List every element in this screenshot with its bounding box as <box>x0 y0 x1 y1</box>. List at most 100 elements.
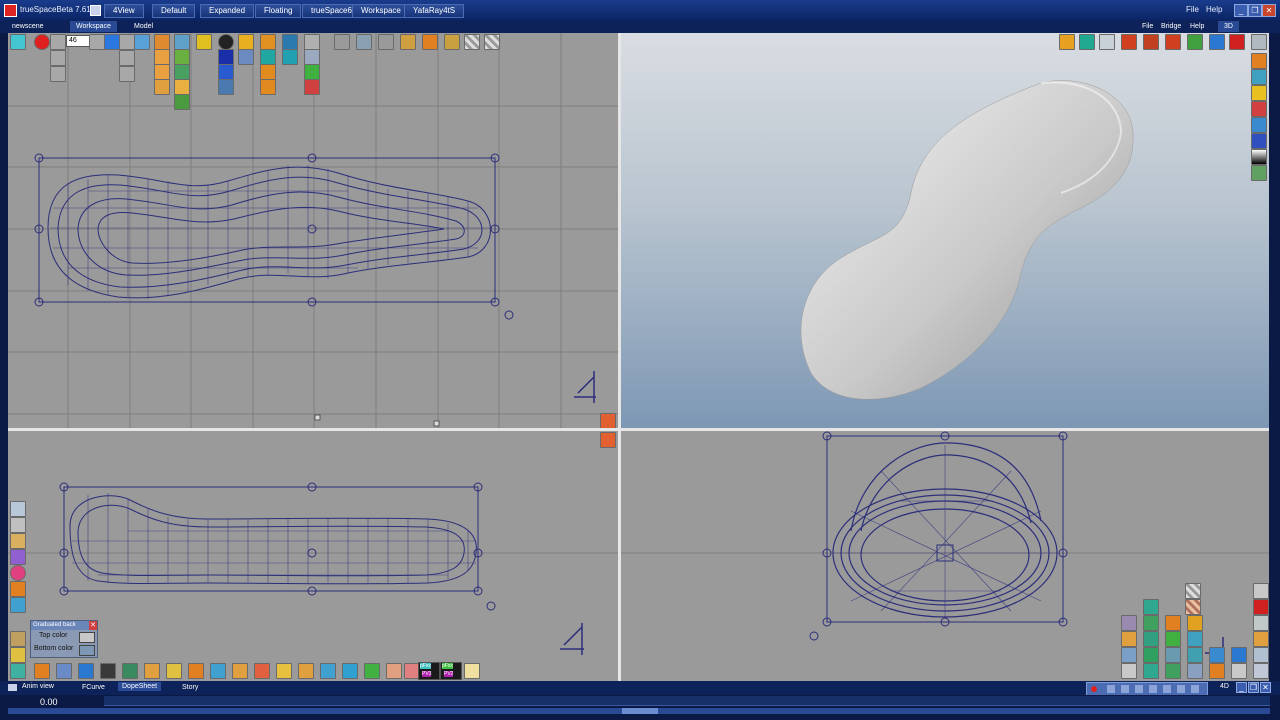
scatter-icon[interactable] <box>378 34 394 50</box>
anim-close-button[interactable]: ✕ <box>1260 682 1271 693</box>
select-tool-icon[interactable] <box>10 34 26 50</box>
row-icon-8[interactable] <box>166 663 182 679</box>
row-icon-5[interactable] <box>100 663 116 679</box>
to-start-icon[interactable] <box>1107 685 1115 693</box>
edit-icon[interactable] <box>304 34 320 50</box>
stack-icon[interactable] <box>1251 53 1267 69</box>
row-icon-4[interactable] <box>78 663 94 679</box>
top-right-checker-icon[interactable] <box>1253 583 1269 599</box>
no-entry-icon[interactable] <box>1251 133 1267 149</box>
scale-icon[interactable] <box>174 49 190 65</box>
frame-number-input[interactable]: 46 <box>66 35 90 47</box>
wireframe-icon[interactable] <box>10 501 26 517</box>
row-icon-11[interactable] <box>232 663 248 679</box>
tool-c-icon[interactable] <box>1165 615 1181 631</box>
color-ball-icon[interactable] <box>10 565 26 581</box>
row-icon-14[interactable] <box>298 663 314 679</box>
row-icon-16[interactable] <box>342 663 358 679</box>
tool-f-icon[interactable] <box>1143 631 1159 647</box>
row-icon-10[interactable] <box>210 663 226 679</box>
row-icon-7[interactable] <box>144 663 160 679</box>
palette-icon[interactable] <box>10 533 26 549</box>
camera-icon[interactable] <box>218 64 234 80</box>
preset-yafaray[interactable]: YafaRay4tS <box>404 4 465 18</box>
home-icon[interactable] <box>1121 34 1137 50</box>
row-icon-2[interactable] <box>34 663 50 679</box>
pointer-icon[interactable] <box>1121 663 1137 679</box>
tool-i-icon[interactable] <box>1121 647 1137 663</box>
prev-key-icon[interactable] <box>50 50 66 66</box>
tool-d-icon[interactable] <box>1187 615 1203 631</box>
preset-floating[interactable]: Floating <box>255 4 302 18</box>
last-frame-icon[interactable] <box>119 66 135 82</box>
record-icon[interactable] <box>34 34 50 50</box>
mode-4d-toggle[interactable]: 4D <box>1220 683 1229 690</box>
minimize-button[interactable]: _ <box>1234 4 1248 17</box>
play-icon[interactable] <box>104 34 120 50</box>
chart-icon[interactable] <box>238 49 254 65</box>
play-back-icon[interactable] <box>1135 685 1143 693</box>
grid-view-icon[interactable] <box>1079 34 1095 50</box>
screen-icon[interactable] <box>1143 34 1159 50</box>
preset-expanded[interactable]: Expanded <box>200 4 255 18</box>
tool-h-icon[interactable] <box>1187 631 1203 647</box>
view-toggle-2-icon[interactable] <box>600 432 616 448</box>
timeline-ruler[interactable] <box>104 696 1270 706</box>
tool-g-icon[interactable] <box>1165 631 1181 647</box>
display-icon[interactable] <box>134 34 150 50</box>
axis-icon[interactable] <box>174 64 190 80</box>
rewind-icon[interactable] <box>50 34 66 50</box>
axis-y-icon[interactable] <box>1209 34 1225 50</box>
tools-icon[interactable] <box>10 631 26 647</box>
forward-icon[interactable] <box>119 34 135 50</box>
light-icon[interactable] <box>218 49 234 65</box>
tool-q-icon[interactable] <box>1231 663 1247 679</box>
next-key-icon[interactable] <box>119 50 135 66</box>
bowl-icon[interactable] <box>422 34 438 50</box>
row-icon-12[interactable] <box>254 663 270 679</box>
bulb-icon[interactable] <box>1251 85 1267 101</box>
app-icon[interactable] <box>4 4 17 17</box>
tool-p-icon[interactable] <box>1209 663 1225 679</box>
preset-default[interactable]: Default <box>152 4 196 18</box>
arrow-icon[interactable] <box>304 64 320 80</box>
anim-view-icon[interactable] <box>8 684 17 691</box>
viewport-bottom-left[interactable] <box>8 431 618 681</box>
step-forward-icon[interactable] <box>1177 685 1185 693</box>
view-toggle-icon[interactable] <box>600 413 616 428</box>
anim-restore-button[interactable]: ❐ <box>1248 682 1259 693</box>
row-icon-18[interactable] <box>386 663 402 679</box>
tool-r-icon[interactable] <box>1253 663 1269 679</box>
tool-n-icon[interactable] <box>1165 663 1181 679</box>
pfxx-pv3-icon[interactable]: pFxx PV3 <box>418 662 440 680</box>
render-icon[interactable] <box>218 79 234 95</box>
menu-help[interactable]: Help <box>1206 5 1222 14</box>
row-icon-13[interactable] <box>276 663 292 679</box>
pfxx-pv2-icon[interactable]: pFxx PV2 <box>440 662 462 680</box>
hammer-icon[interactable] <box>400 34 416 50</box>
fold-icon[interactable] <box>1253 631 1269 647</box>
record-button-icon[interactable] <box>1091 686 1097 692</box>
move-icon[interactable] <box>154 49 170 65</box>
axis-z-icon[interactable] <box>1229 34 1245 50</box>
delete-icon[interactable] <box>304 79 320 95</box>
material-icon[interactable] <box>218 34 234 50</box>
timeline[interactable]: 0.00 <box>0 695 1280 720</box>
row-icon-17[interactable] <box>364 663 380 679</box>
swirl-icon[interactable] <box>1209 647 1225 663</box>
row-icon-hand[interactable] <box>464 663 480 679</box>
viewport-perspective[interactable] <box>621 33 1269 428</box>
coords-icon[interactable] <box>174 94 190 110</box>
scroll-thumb[interactable] <box>622 708 658 714</box>
tool-l-icon[interactable] <box>1187 647 1203 663</box>
checker-2-icon[interactable] <box>484 34 500 50</box>
tab-workspace[interactable]: Workspace <box>70 21 117 32</box>
tool-j-icon[interactable] <box>1143 647 1159 663</box>
spark-icon[interactable] <box>444 34 460 50</box>
globe-icon[interactable] <box>1251 69 1267 85</box>
target-icon[interactable] <box>1251 101 1267 117</box>
brush-icon[interactable] <box>10 647 26 663</box>
row-icon-3[interactable] <box>56 663 72 679</box>
tool-m-icon[interactable] <box>1143 663 1159 679</box>
blue-swirl-icon[interactable] <box>1231 647 1247 663</box>
